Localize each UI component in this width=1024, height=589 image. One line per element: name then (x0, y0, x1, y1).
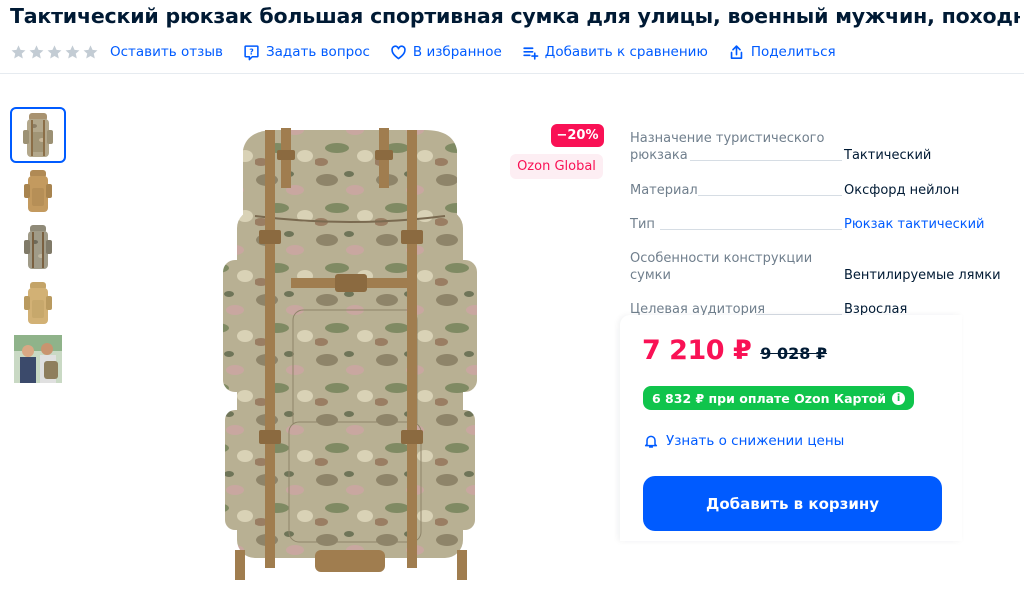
price-card: 7 210 ₽ 9 028 ₽ 6 832 ₽ при оплате Ozon … (620, 315, 962, 541)
favorite-label: В избранное (412, 44, 502, 60)
spec-key: Материал (630, 182, 842, 199)
star-icon (47, 44, 62, 58)
spec-row: Назначение туристического рюкзака Тактич… (630, 130, 1020, 164)
star-icon (65, 44, 80, 58)
spec-value-link[interactable]: Рюкзак тактический (844, 216, 985, 233)
product-title: Тактический рюкзак большая спортивная су… (10, 4, 1020, 28)
ozon-global-badge[interactable]: Ozon Global (510, 154, 603, 179)
backpack-thumb-image (24, 282, 52, 324)
backpack-thumb-image (24, 170, 52, 212)
price-block: 7 210 ₽ 9 028 ₽ (642, 335, 827, 366)
compare-label: Добавить к сравнению (544, 44, 708, 60)
ask-question-link[interactable]: ? Задать вопрос (243, 44, 370, 61)
product-actions-bar: Оставить отзыв ? Задать вопрос В избранн… (10, 42, 856, 62)
thumbnail-gallery (10, 107, 66, 387)
thumbnail-backpack-khaki[interactable] (10, 275, 66, 331)
rating-stars[interactable] (10, 44, 99, 61)
spec-key: Тип (630, 216, 842, 233)
info-icon[interactable]: i (892, 391, 906, 405)
thumbnail-backpack-side[interactable] (10, 163, 66, 219)
header-divider (0, 73, 1024, 74)
spec-row: Особенности конструкции сумки Вентилируе… (630, 250, 1020, 284)
heart-icon (391, 44, 406, 59)
card-offer-text: 6 832 ₽ при оплате Ozon Картой (652, 390, 887, 406)
star-icon (83, 44, 98, 58)
review-label: Оставить отзыв (110, 44, 223, 60)
spec-key: Особенности конструкции сумки (630, 250, 842, 284)
product-main-image[interactable] (195, 110, 505, 588)
question-label: Задать вопрос (265, 44, 370, 60)
compare-list-icon (523, 46, 539, 60)
share-label: Поделиться (750, 44, 836, 60)
share-link[interactable]: Поделиться (728, 44, 836, 61)
question-bubble-icon: ? (244, 44, 259, 60)
bell-icon (644, 435, 658, 448)
add-to-compare-link[interactable]: Добавить к сравнению (522, 44, 708, 61)
spec-value: Вентилируемые лямки (844, 268, 1001, 283)
svg-text:?: ? (249, 47, 254, 56)
notify-label: Узнать о снижении цены (666, 433, 845, 449)
star-icon (11, 44, 26, 58)
spec-value: Оксфорд нейлон (844, 183, 960, 198)
backpack-thumb-image (24, 225, 52, 269)
spec-row: Тип Рюкзак тактический (630, 216, 1020, 233)
old-price: 9 028 ₽ (760, 344, 828, 363)
current-price: 7 210 ₽ (642, 335, 752, 366)
leave-review-link[interactable]: Оставить отзыв (110, 44, 223, 60)
lifestyle-thumb-image (14, 335, 62, 383)
spec-row: Материал Оксфорд нейлон (630, 182, 1020, 199)
discount-badge: −20% (551, 124, 604, 147)
star-icon (29, 44, 44, 58)
backpack-thumb-image (23, 113, 53, 157)
ozon-card-price-badge[interactable]: 6 832 ₽ при оплате Ozon Картой i (643, 386, 915, 410)
add-to-favorites-link[interactable]: В избранное (390, 44, 502, 61)
spec-key: Назначение туристического рюкзака (630, 130, 842, 164)
spec-value: Тактический (844, 148, 932, 163)
thumbnail-lifestyle-photo[interactable] (10, 331, 66, 387)
thumbnail-backpack-front[interactable] (10, 107, 66, 163)
thumbnail-backpack-camo-2[interactable] (10, 219, 66, 275)
add-to-cart-button[interactable]: Добавить в корзину (643, 476, 942, 531)
share-icon (730, 44, 743, 59)
price-drop-notify-link[interactable]: Узнать о снижении цены (643, 433, 844, 449)
product-specs: Назначение туристического рюкзака Тактич… (630, 130, 1020, 318)
